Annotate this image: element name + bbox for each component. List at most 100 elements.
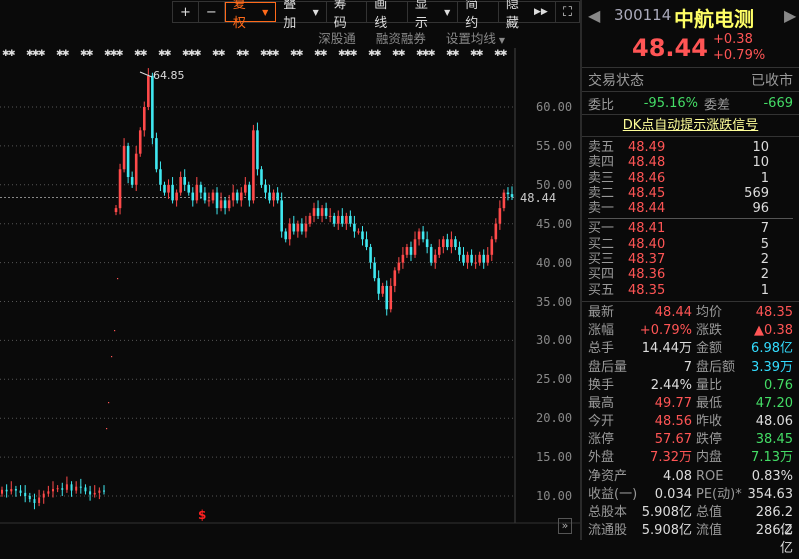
chevron-down-icon: ▼ (444, 7, 451, 17)
simple-button[interactable]: 简约 (458, 0, 499, 31)
stat-value: 2.44% (650, 377, 692, 393)
candle-body (462, 254, 465, 263)
candle-body (486, 254, 490, 263)
kline-chart-area[interactable]: + − 复权 ▼ 叠加 ▼ 筹码 画线 显示 ▼ 简约 隐藏 ▶▶ ⛶ 深股通 融资融券… (0, 0, 580, 540)
display-dropdown[interactable]: 显示 ▼ (408, 0, 459, 31)
draw-line-button[interactable]: 画线 (367, 0, 408, 31)
sell-order-row: 卖四 48.48 10 (582, 155, 799, 170)
axis-tick-label: 15.00 (536, 450, 573, 465)
signal-marker-icon: ✱ (188, 49, 196, 59)
sell-volume: 569 (744, 185, 769, 201)
candle-body (256, 130, 259, 170)
axis-tick-label: 20.00 (536, 411, 573, 426)
chips-button[interactable]: 筹码 (327, 0, 368, 31)
candle-body (425, 239, 429, 248)
stat-label: 外盘 (588, 450, 615, 466)
signal-marker-icon: ✱ (392, 49, 400, 59)
hide-label: 隐藏 (505, 0, 519, 31)
sell-level-label: 卖三 (588, 170, 615, 186)
signal-row: DK点自动提示涨跌信号 (582, 115, 799, 137)
buy-order-row: 买一 48.41 7 (582, 221, 799, 236)
weibi-label: 委比 (588, 97, 615, 113)
overlay-dropdown[interactable]: 叠加 ▼ (276, 0, 327, 31)
candle-body (84, 487, 87, 492)
stock-name: 中航电测 (674, 7, 754, 31)
stat-label: 换手 (588, 377, 615, 393)
ma-settings-dropdown[interactable]: 设置均线 ▼ (446, 28, 505, 47)
stat-value: 286.2亿 (755, 523, 793, 557)
candle-body (369, 247, 372, 263)
candle-body (187, 184, 191, 193)
price-dot (111, 356, 113, 358)
sell-order-row: 卖一 48.44 96 (582, 201, 799, 216)
candle-body (324, 208, 328, 216)
candle-body (349, 215, 352, 224)
candle-body (167, 184, 170, 193)
stat-value: 48.06 (755, 414, 793, 430)
candle-body (494, 223, 498, 240)
fullscreen-button[interactable]: ⛶ (556, 2, 579, 22)
candle-body (482, 254, 486, 263)
candle-body (373, 262, 376, 279)
signal-marker-icon: ✱ (212, 49, 220, 59)
stat-value: 47.20 (755, 395, 793, 411)
candle-body (79, 486, 82, 488)
zoom-out-button[interactable]: − (199, 2, 225, 22)
candle-body (179, 177, 182, 193)
signal-marker-icon: ✱ (446, 49, 454, 59)
candle-body (138, 130, 142, 154)
candle-body (442, 239, 445, 248)
chevron-down-icon: ▼ (262, 7, 269, 17)
sell-volume: 96 (752, 201, 769, 217)
signal-marker-icon: ✱ (140, 49, 148, 59)
margin-trading-link[interactable]: 融资融券 (376, 28, 426, 47)
sell-order-row: 卖二 48.45 569 (582, 186, 799, 201)
candle-body (47, 491, 50, 494)
candle-body (304, 223, 308, 232)
sell-order-row: 卖五 48.49 10 (582, 140, 799, 155)
weicha-value: -669 (763, 95, 793, 111)
stat-label: 均价 (696, 304, 723, 320)
candle-body (409, 247, 413, 255)
signal-marker-icon: ✱ (416, 49, 424, 59)
zoom-in-button[interactable]: + (173, 2, 199, 22)
candle-body (316, 208, 320, 216)
shengutong-link[interactable]: 深股通 (318, 28, 356, 47)
scroll-right-button[interactable]: » (558, 518, 572, 534)
candle-body (413, 239, 417, 255)
candle-body (336, 215, 340, 224)
fuquan-dropdown[interactable]: 复权 ▼ (224, 0, 277, 31)
candle-body (159, 169, 162, 185)
prev-stock-arrow-icon[interactable]: ◀ (588, 6, 600, 25)
candle-body (98, 490, 101, 493)
signal-marker-icon: ✱ (158, 49, 166, 59)
buy-level-label: 买五 (588, 282, 615, 298)
candle-body (65, 484, 68, 490)
axis-tick-label: 45.00 (536, 216, 573, 231)
stat-value: 57.67 (654, 432, 692, 448)
candle-body (454, 239, 457, 248)
hide-button[interactable]: 隐藏 ▶▶ (499, 0, 556, 31)
axis-tick-label: 60.00 (536, 100, 573, 114)
sell-order-row: 卖三 48.46 1 (582, 171, 799, 186)
dollar-signal-icon[interactable]: $ (198, 508, 206, 522)
candle-body (248, 184, 251, 201)
signal-marker-icon: ✱ (236, 49, 244, 59)
sell-price: 48.45 (628, 185, 666, 201)
dk-signal-link[interactable]: DK点自动提示涨跌信号 (623, 118, 759, 133)
candle-body (171, 184, 174, 201)
signal-marker-icon: ✱ (260, 49, 268, 59)
stat-value: 7.32万 (650, 450, 692, 466)
sell-price: 48.46 (628, 170, 666, 186)
stat-label: 金额 (696, 341, 723, 357)
stat-row: 总股本 5.908亿 总值 286.2亿 (582, 504, 799, 538)
stat-label: 收益(一) (588, 486, 638, 502)
next-stock-arrow-icon[interactable]: ▶ (784, 6, 796, 25)
candle-body (175, 192, 178, 201)
signal-marker-icon: ✱ (182, 49, 190, 59)
sell-price: 48.44 (628, 201, 666, 217)
stat-label: 内盘 (696, 450, 723, 466)
candle-body (353, 223, 356, 232)
sell-level-label: 卖五 (588, 140, 615, 155)
sell-volume: 10 (752, 140, 769, 155)
